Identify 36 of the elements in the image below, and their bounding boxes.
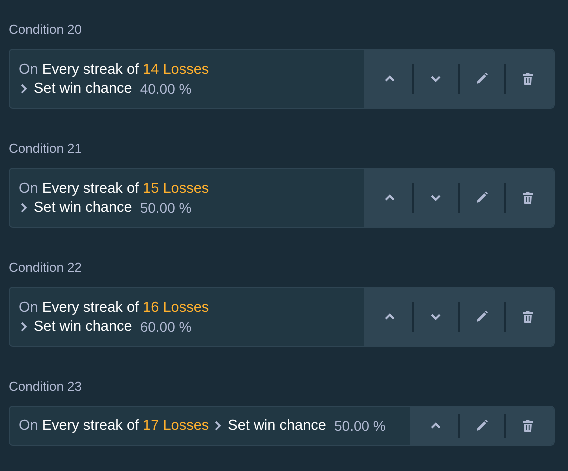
streak-count: 14 Losses (143, 62, 210, 78)
pencil-icon (475, 72, 489, 86)
condition-title: Condition 20 (9, 22, 82, 37)
condition-title: Condition 23 (9, 379, 82, 394)
action-value: 60.00 % (140, 318, 192, 334)
streak-count: 16 Losses (143, 300, 210, 316)
pencil-icon (475, 419, 489, 433)
action-text: Set win chance (34, 200, 132, 216)
pencil-icon (475, 310, 489, 324)
trash-icon (521, 191, 535, 205)
condition-prefix: On (19, 62, 38, 78)
trash-icon (521, 72, 535, 86)
chevron-right-icon (19, 82, 29, 94)
pencil-icon (475, 191, 489, 205)
condition-title: Condition 22 (9, 260, 82, 275)
trash-icon (521, 310, 535, 324)
action-text: Set win chance (34, 80, 132, 96)
action-value: 50.00 % (334, 418, 386, 434)
action-value: 50.00 % (140, 200, 192, 216)
chevron-right-icon (19, 202, 29, 214)
condition-title: Condition 21 (9, 141, 82, 156)
condition-prefix: On (19, 300, 38, 316)
trigger-text: Every streak of (42, 418, 140, 434)
condition-prefix: On (19, 180, 38, 196)
chevron-right-icon (19, 320, 29, 332)
trigger-text: Every streak of (42, 300, 140, 316)
chevron-right-icon (213, 420, 224, 432)
action-text: Set win chance (228, 418, 326, 434)
action-value: 40.00 % (140, 80, 192, 96)
streak-count: 15 Losses (143, 180, 210, 196)
trigger-text: Every streak of (42, 62, 140, 78)
streak-count: 17 Losses (143, 418, 210, 434)
action-text: Set win chance (34, 318, 132, 334)
condition-prefix: On (19, 418, 38, 434)
trigger-text: Every streak of (42, 180, 140, 196)
trash-icon (521, 419, 535, 433)
